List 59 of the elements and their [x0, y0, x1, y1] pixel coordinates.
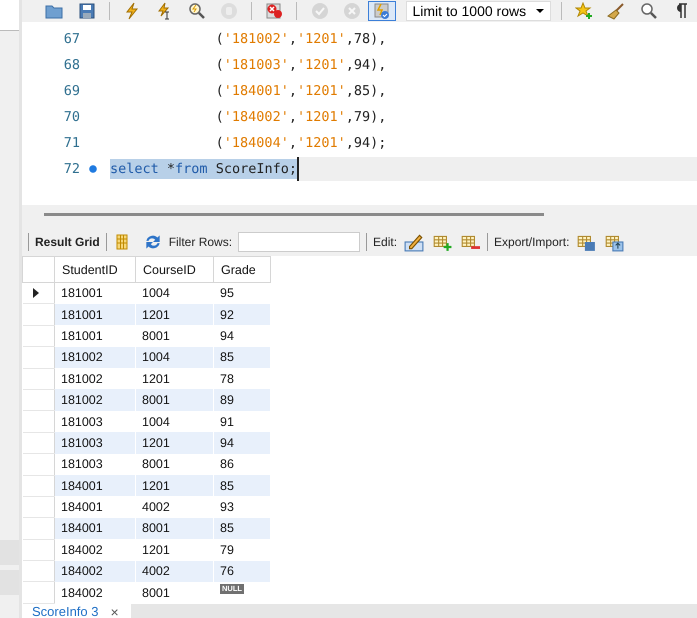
- code-line: ('184004','1201',94);: [214, 134, 386, 153]
- table-cell: 1004: [136, 346, 214, 368]
- table-cell: 184001: [54, 518, 136, 540]
- table-cell: 181002: [54, 389, 136, 411]
- table-cell: 89: [214, 389, 270, 411]
- table-cell: 181001: [54, 304, 136, 326]
- table-cell: 85: [214, 475, 270, 496]
- column-header[interactable]: CourseID: [136, 256, 214, 282]
- result-grid-tab[interactable]: Result Grid: [35, 235, 100, 249]
- close-button[interactable]: ×: [110, 604, 119, 618]
- cancel-icon: [342, 2, 361, 20]
- table-cell: 1201: [136, 475, 214, 496]
- export-label: Export/Import:: [494, 235, 570, 249]
- pencil-icon: [403, 232, 426, 252]
- table-cell: 181003: [54, 432, 136, 454]
- table-cell: 85: [214, 346, 270, 368]
- save-icon: [78, 2, 96, 20]
- table-cell: 85: [214, 518, 270, 540]
- filter-field[interactable]: [238, 232, 360, 252]
- code-line: ('181002','1201',78),: [214, 30, 386, 49]
- magnifier-icon: [188, 2, 206, 20]
- row-header[interactable]: [22, 282, 54, 304]
- filter-label: Filter Rows:: [168, 235, 232, 249]
- horizontal-scrollbar[interactable]: [44, 213, 544, 216]
- panel-background: [0, 0, 19, 31]
- column-header[interactable]: Grade: [214, 256, 270, 282]
- line-number: 68: [62, 57, 81, 73]
- code-line: ('184002','1201',79),: [214, 108, 386, 127]
- table-cell: 1201: [136, 304, 214, 326]
- line-number: 69: [62, 83, 81, 99]
- row-limit-dropdown[interactable]: Limit to 1000 rows: [406, 1, 551, 21]
- table-cell: 184002: [54, 582, 136, 604]
- table-cell: 8001: [136, 518, 214, 540]
- toggle-icon: [372, 2, 391, 20]
- edit-button[interactable]: [403, 232, 426, 252]
- toggle-button[interactable]: [368, 1, 396, 21]
- column-header[interactable]: StudentID: [54, 256, 136, 282]
- table-cell: 4002: [136, 560, 214, 582]
- result-tab[interactable]: ScoreInfo 3 ×: [22, 604, 131, 618]
- search-icon: [640, 2, 658, 20]
- edit-label: Edit:: [373, 235, 398, 249]
- table-cell: 181002: [54, 346, 136, 368]
- stop-icon: [265, 2, 284, 20]
- broom-icon: [607, 2, 626, 20]
- table-cell: 8001: [136, 582, 214, 604]
- table-cell: 94: [214, 432, 270, 454]
- table-cell: 92: [214, 304, 270, 326]
- code-line: ('181003','1201',94),: [214, 56, 386, 75]
- line-number: 67: [62, 31, 81, 47]
- table-cell: 1201: [136, 432, 214, 454]
- line-number: 71: [62, 135, 81, 151]
- table-cell: 184002: [54, 560, 136, 582]
- check-icon: [310, 2, 329, 20]
- star-icon: [574, 2, 593, 20]
- table-cell: 8001: [136, 389, 214, 411]
- table-cell: 184001: [54, 475, 136, 496]
- table-cell: 76: [214, 560, 270, 582]
- code-line: ('184001','1201',85),: [214, 82, 386, 101]
- line-number: 70: [62, 109, 81, 125]
